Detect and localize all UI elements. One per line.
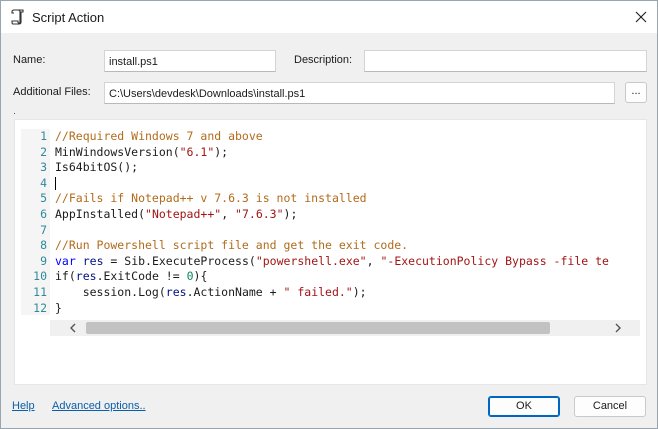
line-number: 9 xyxy=(40,253,47,268)
chevron-right-icon xyxy=(615,323,621,333)
line-number: 7 xyxy=(40,222,47,237)
line-number: 6 xyxy=(40,207,47,221)
cancel-button[interactable]: Cancel xyxy=(574,396,646,417)
advanced-options-link[interactable]: Advanced options.. xyxy=(52,400,146,412)
script-icon xyxy=(11,9,25,25)
line-number: 2 xyxy=(40,144,47,159)
line-number: 10 xyxy=(33,269,47,284)
code-line: session.Log(res.ActionName + " failed.")… xyxy=(55,285,367,299)
name-label: Name: xyxy=(13,54,46,66)
code-area[interactable]: //Required Windows 7 and above MinWindows… xyxy=(50,129,640,319)
code-line: if(res.ExitCode != 0){ xyxy=(55,269,208,284)
browse-button[interactable]: ... xyxy=(625,82,647,103)
additional-files-field[interactable]: C:\Users\devdesk\Downloads\install.ps1 xyxy=(104,82,615,104)
code-line: } xyxy=(55,300,62,315)
line-number: 3 xyxy=(40,160,47,175)
ok-button[interactable]: OK xyxy=(488,396,560,417)
window-title: Script Action xyxy=(32,10,105,25)
additional-files-label: Additional Files: xyxy=(13,86,91,98)
code-line: var res = Sib.ExecuteProcess("powershell… xyxy=(55,253,609,268)
help-link[interactable]: Help xyxy=(12,400,35,412)
code-line: AppInstalled("Notepad++", "7.6.3"); xyxy=(55,207,298,221)
line-number: 5 xyxy=(40,191,47,206)
scroll-thumb[interactable] xyxy=(86,322,550,334)
chevron-left-icon xyxy=(70,323,76,333)
code-line: //Required Windows 7 and above xyxy=(55,129,263,143)
description-field[interactable] xyxy=(364,50,647,72)
divider-dot xyxy=(14,113,15,114)
text-caret xyxy=(55,177,56,190)
close-icon xyxy=(635,11,647,23)
code-line: //Fails if Notepad++ v 7.6.3 is not inst… xyxy=(55,191,367,206)
scroll-right-button[interactable] xyxy=(610,320,626,336)
code-line: MinWindowsVersion("6.1"); xyxy=(55,144,229,159)
name-field[interactable]: install.ps1 xyxy=(104,50,276,72)
line-number: 12 xyxy=(33,300,47,315)
code-line: Is64bitOS(); xyxy=(55,160,139,175)
line-number: 8 xyxy=(40,238,47,253)
code-line: //Run Powershell script file and get the… xyxy=(55,238,409,253)
line-number: 4 xyxy=(40,175,47,190)
close-button[interactable] xyxy=(629,5,653,29)
line-number: 1 xyxy=(40,129,47,143)
title-bar: Script Action xyxy=(1,1,657,33)
line-number: 11 xyxy=(33,285,47,299)
script-action-dialog: Script Action Name: install.ps1 Descript… xyxy=(0,0,658,429)
scroll-left-button[interactable] xyxy=(65,320,81,336)
description-label: Description: xyxy=(294,54,353,66)
